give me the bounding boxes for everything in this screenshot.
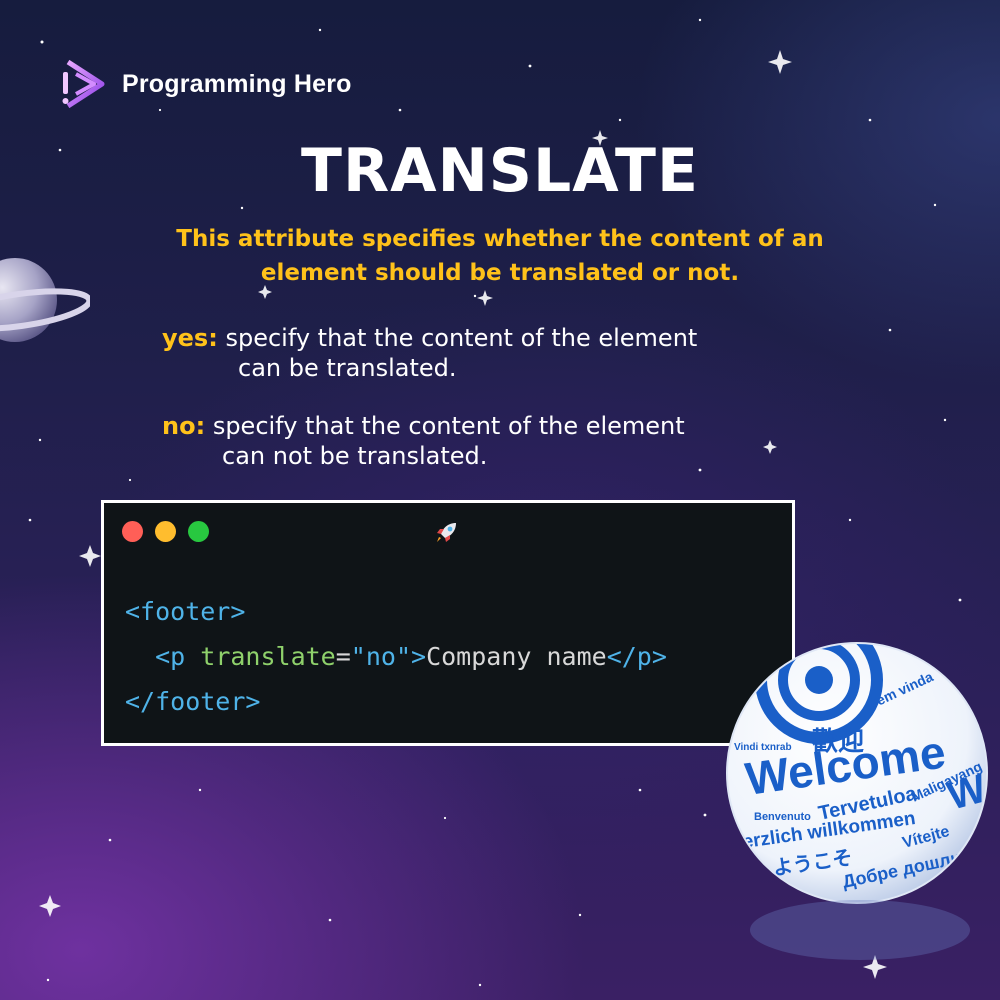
code-token-equals: =	[335, 642, 351, 671]
code-token-tag: </footer>	[125, 687, 261, 716]
globe-word: Benvenuto	[754, 811, 811, 823]
play-exclamation-logo-icon	[62, 59, 105, 109]
welcome-globe-icon: Bem vinda 歡迎 Vindi txnrab Welcome Welc T…	[726, 642, 988, 904]
planet-decoration	[0, 258, 90, 342]
subtitle: This attribute specifies whether the con…	[176, 226, 824, 286]
code-token-tag: </p>	[606, 642, 667, 671]
code-token-tag: <footer>	[125, 597, 246, 626]
definition-text: specify that the content of the element	[212, 412, 685, 440]
code-token-tag: <p	[155, 642, 201, 671]
page-title: TRANSLATE	[301, 136, 699, 206]
maximize-dot	[188, 521, 209, 542]
definition-text-continued: can be translated.	[238, 354, 457, 382]
code-token-text: Company name	[426, 642, 607, 671]
code-token-attribute: translate	[200, 642, 336, 671]
definition-yes: yes: specify that the content of the ele…	[162, 323, 922, 383]
code-block: <footer> <p translate="no">Company name<…	[125, 589, 667, 724]
code-token-string: "no"	[350, 642, 412, 671]
rocket-icon	[437, 523, 456, 542]
definition-key: no:	[162, 412, 206, 440]
definition-no: no: specify that the content of the elem…	[162, 411, 922, 471]
brand-header: Programming Hero	[58, 52, 352, 116]
window-controls	[122, 521, 209, 542]
globe-reflection	[750, 900, 970, 960]
code-token-tag: >	[411, 642, 427, 671]
brand-name: Programming Hero	[122, 69, 352, 98]
definition-key: yes:	[162, 324, 218, 352]
definition-text: specify that the content of the element	[225, 324, 698, 352]
minimize-dot	[155, 521, 176, 542]
definition-text-continued: can not be translated.	[222, 442, 488, 470]
close-dot	[122, 521, 143, 542]
code-window: <footer> <p translate="no">Company name<…	[101, 500, 795, 746]
